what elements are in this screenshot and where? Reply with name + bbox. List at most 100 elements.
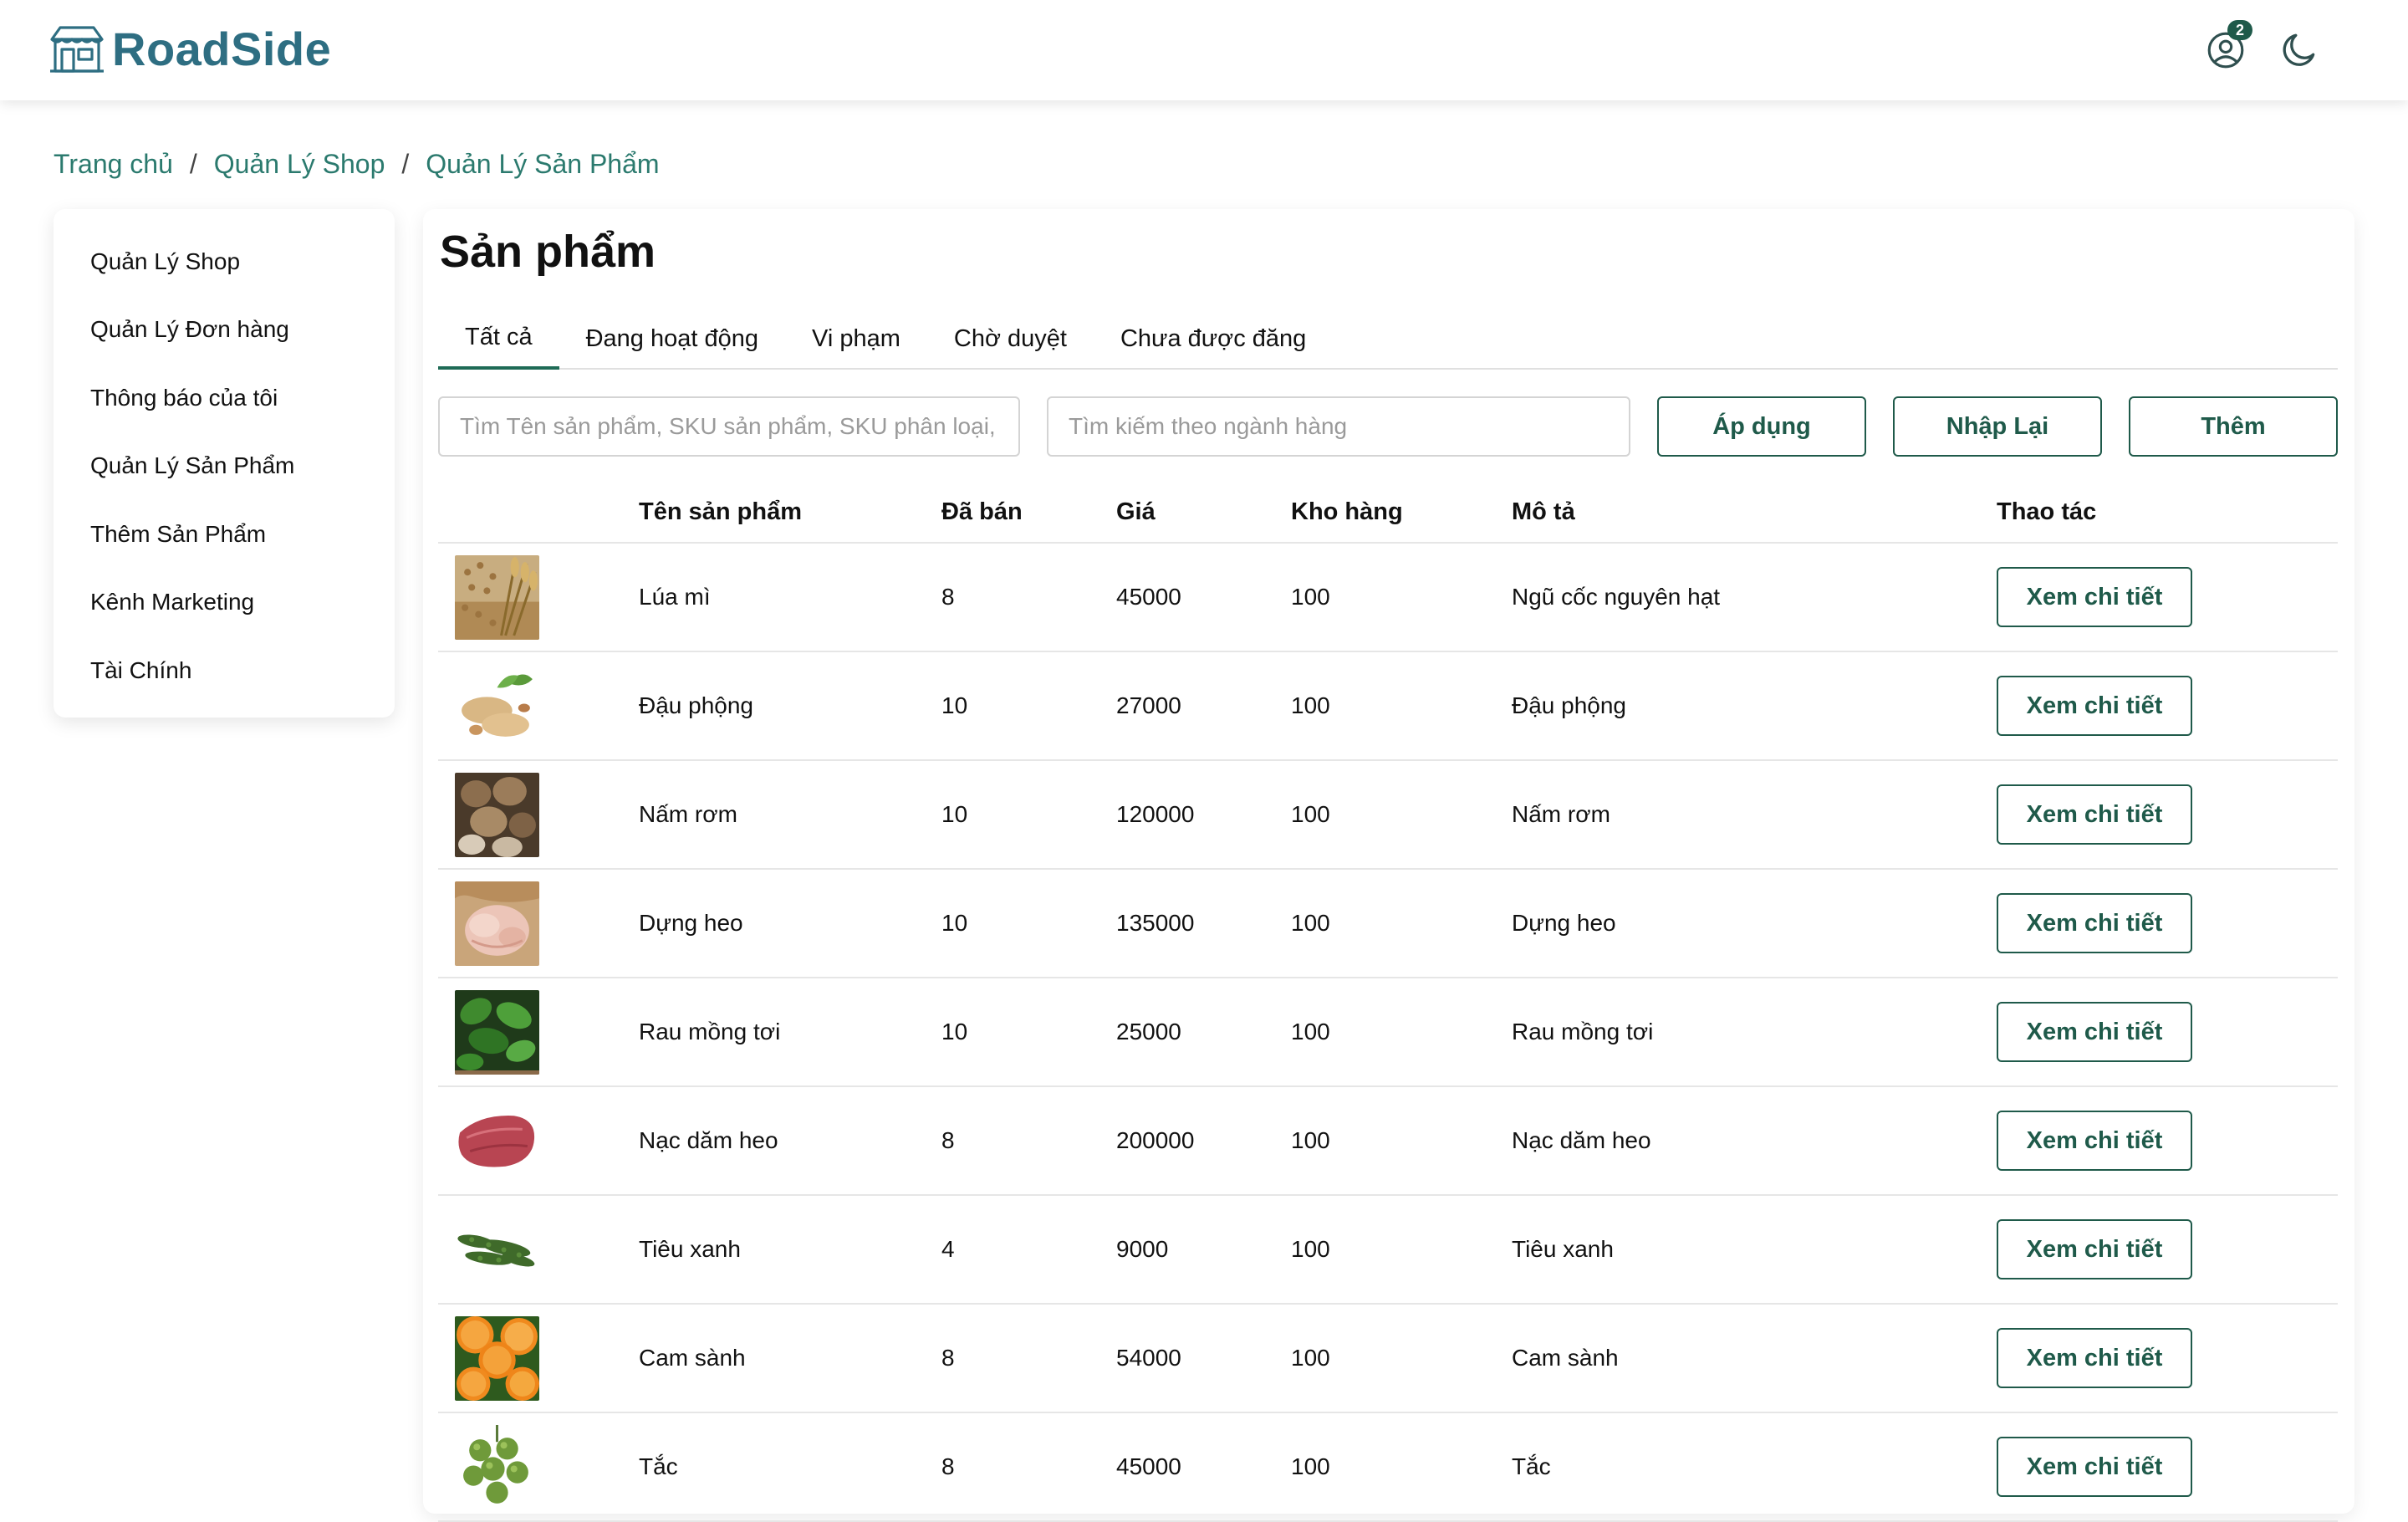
sidebar-item-marketing[interactable]: Kênh Marketing [54, 569, 395, 637]
breadcrumb: Trang chủ / Quản Lý Shop / Quản Lý Sản P… [54, 149, 660, 180]
product-stock: 100 [1291, 1236, 1330, 1262]
product-description: Đậu phộng [1512, 692, 1627, 718]
product-name: Rau mồng tơi [639, 1019, 781, 1044]
reset-button[interactable]: Nhập Lại [1893, 396, 2102, 457]
product-description: Nấm rơm [1512, 801, 1610, 827]
dark-mode-toggle[interactable] [2274, 25, 2324, 75]
product-price: 45000 [1116, 1453, 1181, 1479]
product-stock: 100 [1291, 1127, 1330, 1153]
malabar-spinach-image [455, 989, 539, 1075]
tab-all[interactable]: Tất cả [438, 308, 559, 370]
product-name: Nạc dăm heo [639, 1127, 778, 1153]
main-panel: Sản phẩm Tất cả Đang hoạt động Vi phạm C… [423, 209, 2354, 1522]
product-table: Tên sản phẩm Đã bán Giá Kho hàng Mô tả T… [438, 482, 2338, 1522]
breadcrumb-product-management[interactable]: Quản Lý Sản Phẩm [426, 149, 659, 180]
product-price: 27000 [1116, 692, 1181, 718]
product-name: Cam sành [639, 1345, 746, 1371]
pork-tenderloin-image [455, 1098, 539, 1183]
col-header-price: Giá [1116, 498, 1156, 525]
product-name: Dựng heo [639, 910, 743, 936]
view-detail-button[interactable]: Xem chi tiết [1997, 1437, 2192, 1497]
product-description: Rau mồng tơi [1512, 1019, 1654, 1044]
breadcrumb-home[interactable]: Trang chủ [54, 149, 173, 180]
product-sold: 8 [941, 1453, 955, 1479]
product-price: 9000 [1116, 1236, 1169, 1262]
col-header-description: Mô tả [1512, 498, 1575, 525]
product-sold: 10 [941, 910, 968, 936]
product-price: 54000 [1116, 1345, 1181, 1371]
table-header: Tên sản phẩm Đã bán Giá Kho hàng Mô tả T… [438, 482, 2338, 544]
view-detail-button[interactable]: Xem chi tiết [1997, 893, 2192, 953]
product-description: Nạc dăm heo [1512, 1127, 1651, 1153]
product-stock: 100 [1291, 584, 1330, 610]
top-header: RoadSide 2 [0, 0, 2408, 100]
product-stock: 100 [1291, 801, 1330, 827]
product-price: 200000 [1116, 1127, 1195, 1153]
product-status-tabs: Tất cả Đang hoạt động Vi phạm Chờ duyệt … [438, 308, 2338, 370]
sidebar-item-shop-management[interactable]: Quản Lý Shop [54, 227, 395, 296]
view-detail-button[interactable]: Xem chi tiết [1997, 784, 2192, 845]
product-stock: 100 [1291, 1453, 1330, 1479]
table-row: Cam sành 8 54000 100 Cam sành Xem chi ti… [438, 1305, 2338, 1413]
product-description: Tiêu xanh [1512, 1236, 1614, 1262]
product-sold: 10 [941, 1019, 968, 1044]
table-row: Nấm rơm 10 120000 100 Nấm rơm Xem chi ti… [438, 761, 2338, 870]
storefront-logo-icon [50, 25, 104, 73]
table-row: Tiêu xanh 4 9000 100 Tiêu xanh Xem chi t… [438, 1196, 2338, 1305]
product-price: 120000 [1116, 801, 1195, 827]
view-detail-button[interactable]: Xem chi tiết [1997, 676, 2192, 736]
product-name: Tiêu xanh [639, 1236, 741, 1262]
green-pepper-image [455, 1207, 539, 1292]
col-header-name: Tên sản phẩm [639, 498, 802, 525]
product-price: 25000 [1116, 1019, 1181, 1044]
kumquat-image [455, 1424, 539, 1509]
table-row: Đậu phộng 10 27000 100 Đậu phộng Xem chi… [438, 652, 2338, 761]
view-detail-button[interactable]: Xem chi tiết [1997, 1328, 2192, 1388]
sidebar: Quản Lý Shop Quản Lý Đơn hàng Thông báo … [54, 209, 395, 718]
pork-tripe-image [455, 881, 539, 966]
tab-pending-review[interactable]: Chờ duyệt [927, 308, 1094, 370]
sidebar-item-product-management[interactable]: Quản Lý Sản Phẩm [54, 432, 395, 501]
sidebar-item-finance[interactable]: Tài Chính [54, 636, 395, 705]
user-account-button[interactable]: 2 [2201, 20, 2252, 75]
table-row: Lúa mì 8 45000 100 Ngũ cốc nguyên hạt Xe… [438, 544, 2338, 652]
product-description: Tắc [1512, 1453, 1551, 1479]
product-search-input[interactable] [438, 396, 1020, 457]
sidebar-item-order-management[interactable]: Quản Lý Đơn hàng [54, 296, 395, 365]
product-name: Lúa mì [639, 584, 711, 610]
king-orange-image [455, 1315, 539, 1401]
apply-button[interactable]: Áp dụng [1657, 396, 1866, 457]
col-header-sold: Đã bán [941, 498, 1023, 525]
table-row: Dựng heo 10 135000 100 Dựng heo Xem chi … [438, 870, 2338, 978]
tab-violations[interactable]: Vi phạm [785, 308, 927, 370]
view-detail-button[interactable]: Xem chi tiết [1997, 1002, 2192, 1062]
table-row: Tắc 8 45000 100 Tắc Xem chi tiết [438, 1413, 2338, 1522]
product-description: Ngũ cốc nguyên hạt [1512, 584, 1721, 610]
view-detail-button[interactable]: Xem chi tiết [1997, 1219, 2192, 1279]
peanut-image [455, 663, 539, 748]
sidebar-item-add-product[interactable]: Thêm Sản Phẩm [54, 500, 395, 569]
col-header-action: Thao tác [1997, 498, 2097, 525]
breadcrumb-separator: / [189, 149, 197, 179]
wheat-grain-image [455, 554, 539, 640]
product-price: 135000 [1116, 910, 1195, 936]
tab-unpublished[interactable]: Chưa được đăng [1094, 308, 1333, 370]
view-detail-button[interactable]: Xem chi tiết [1997, 567, 2192, 627]
straw-mushroom-image [455, 772, 539, 857]
breadcrumb-shop-management[interactable]: Quản Lý Shop [214, 149, 385, 180]
product-description: Cam sành [1512, 1345, 1619, 1371]
product-stock: 100 [1291, 692, 1330, 718]
product-sold: 8 [941, 1345, 955, 1371]
sidebar-item-notifications[interactable]: Thông báo của tôi [54, 364, 395, 432]
notification-badge: 2 [2227, 20, 2252, 40]
table-row: Rau mồng tơi 10 25000 100 Rau mồng tơi X… [438, 978, 2338, 1087]
product-sold: 10 [941, 801, 968, 827]
brand-logo[interactable]: RoadSide [47, 22, 331, 76]
view-detail-button[interactable]: Xem chi tiết [1997, 1111, 2192, 1171]
add-product-button[interactable]: Thêm [2129, 396, 2338, 457]
col-header-stock: Kho hàng [1291, 498, 1403, 525]
category-search-input[interactable] [1047, 396, 1630, 457]
tab-active[interactable]: Đang hoạt động [559, 308, 785, 370]
product-price: 45000 [1116, 584, 1181, 610]
moon-icon [2283, 33, 2315, 66]
